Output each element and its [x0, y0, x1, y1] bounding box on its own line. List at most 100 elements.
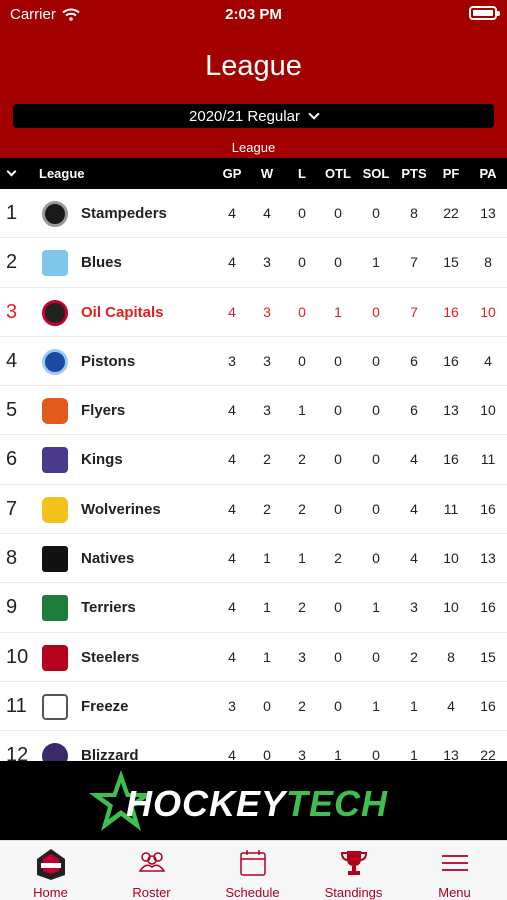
- cell-sol: 0: [372, 402, 380, 419]
- cell-pa: 22: [480, 747, 496, 761]
- calendar-icon: [239, 850, 266, 876]
- battery-icon: [469, 6, 500, 20]
- column-pts[interactable]: PTS: [394, 158, 434, 189]
- table-row[interactable]: 7 Wolverines 4 2 2 0 0 4 11 16: [0, 485, 507, 535]
- cell-otl: 2: [334, 550, 342, 567]
- table-row-highlighted[interactable]: 3 Oil Capitals 4 3 0 1 0 7 16 10: [0, 288, 507, 337]
- team-logo-icon: [36, 849, 65, 880]
- cell-pa: 10: [480, 402, 496, 419]
- column-w[interactable]: W: [247, 158, 287, 189]
- cell-gp: 4: [228, 747, 236, 761]
- cell-pa: 15: [480, 648, 496, 665]
- cell-otl: 0: [334, 500, 342, 517]
- cell-sol: 0: [372, 747, 380, 761]
- rank: 12: [6, 744, 29, 761]
- rank: 7: [6, 497, 18, 520]
- cell-gp: 4: [228, 550, 236, 567]
- team-name: Blizzard: [81, 747, 139, 761]
- cell-pa: 16: [480, 697, 496, 714]
- people-icon: [138, 852, 165, 872]
- table-row[interactable]: 4 Pistons 3 3 0 0 0 6 16 4: [0, 337, 507, 387]
- standings-subtitle: League: [231, 140, 276, 155]
- table-row[interactable]: 9 Terriers 4 1 2 0 1 3 10 16: [0, 583, 507, 633]
- season-selector[interactable]: 2020/21 Regular: [13, 104, 494, 128]
- team-logo-icon: [42, 348, 68, 375]
- cell-gp: 4: [228, 599, 236, 616]
- tab-home[interactable]: Home: [0, 841, 101, 900]
- cell-pts: 7: [410, 303, 418, 320]
- cell-pa: 4: [484, 352, 492, 369]
- column-pa[interactable]: PA: [468, 158, 507, 189]
- cell-pts: 4: [410, 500, 418, 517]
- cell-gp: 4: [228, 648, 236, 665]
- cell-sol: 0: [372, 352, 380, 369]
- tab-roster[interactable]: Roster: [101, 841, 202, 900]
- team-name: Flyers: [81, 402, 126, 420]
- cell-w: 1: [263, 599, 271, 616]
- team-logo-icon: [42, 644, 68, 671]
- column-pf[interactable]: PF: [431, 158, 471, 189]
- cell-pf: 13: [443, 402, 459, 419]
- team-logo-icon: [42, 299, 68, 326]
- header: Carrier 2:03 PM League 2020/21 Regular L…: [0, 0, 507, 158]
- tab-schedule-label: Schedule: [225, 885, 280, 900]
- cell-otl: 0: [334, 352, 342, 369]
- cell-pf: 16: [443, 352, 459, 369]
- tab-roster-label: Roster: [132, 885, 171, 900]
- team-name: Wolverines: [81, 500, 161, 518]
- cell-pa: 11: [480, 451, 496, 468]
- rank: 3: [6, 300, 18, 323]
- tab-standings[interactable]: Standings: [303, 841, 404, 900]
- team-logo-icon: [42, 398, 68, 425]
- table-row[interactable]: 6 Kings 4 2 2 0 0 4 16 11: [0, 435, 507, 485]
- rank: 9: [6, 596, 18, 619]
- column-l[interactable]: L: [282, 158, 322, 189]
- tab-menu[interactable]: Menu: [404, 841, 505, 900]
- cell-pa: 10: [480, 303, 496, 320]
- cell-l: 2: [298, 500, 306, 517]
- table-row[interactable]: 5 Flyers 4 3 1 0 0 6 13 10: [0, 386, 507, 436]
- cell-gp: 4: [228, 402, 236, 419]
- team-name: Oil Capitals: [81, 303, 164, 321]
- tab-schedule[interactable]: Schedule: [202, 841, 303, 900]
- team-logo-icon: [42, 447, 68, 474]
- cell-w: 3: [263, 352, 271, 369]
- cell-gp: 3: [228, 352, 236, 369]
- chevron-down-icon[interactable]: [6, 166, 17, 177]
- table-row[interactable]: 12 Blizzard 4 0 3 1 0 1 13 22: [0, 731, 507, 761]
- cell-gp: 4: [228, 303, 236, 320]
- team-logo-icon: [42, 546, 68, 573]
- table-row[interactable]: 2 Blues 4 3 0 0 1 7 15 8: [0, 238, 507, 288]
- cell-pts: 7: [410, 254, 418, 271]
- brand-wordmark: HOCKEYTECH: [126, 783, 388, 825]
- rank: 8: [6, 547, 18, 570]
- column-otl[interactable]: OTL: [318, 158, 358, 189]
- cell-pa: 8: [484, 254, 492, 271]
- tab-bar: Home Roster Schedule Standings Menu: [0, 840, 507, 900]
- cell-l: 0: [298, 254, 306, 271]
- rank: 6: [6, 448, 18, 471]
- sponsor-banner[interactable]: HOCKEYTECH: [0, 761, 507, 840]
- column-team[interactable]: League: [39, 166, 85, 181]
- cell-l: 0: [298, 303, 306, 320]
- cell-pts: 2: [410, 648, 418, 665]
- column-gp[interactable]: GP: [212, 158, 252, 189]
- table-row[interactable]: 10 Steelers 4 1 3 0 0 2 8 15: [0, 633, 507, 682]
- column-sol[interactable]: SOL: [356, 158, 396, 189]
- trophy-icon: [340, 851, 367, 875]
- cell-otl: 1: [334, 747, 342, 761]
- cell-l: 0: [298, 352, 306, 369]
- cell-pa: 16: [480, 500, 496, 517]
- tab-home-label: Home: [33, 885, 68, 900]
- page-title: League: [205, 50, 302, 82]
- table-row[interactable]: 1 Stampeders 4 4 0 0 0 8 22 13: [0, 189, 507, 239]
- cell-l: 2: [298, 451, 306, 468]
- table-row[interactable]: 8 Natives 4 1 1 2 0 4 10 13: [0, 534, 507, 584]
- cell-w: 3: [263, 402, 271, 419]
- cell-pf: 11: [443, 500, 459, 517]
- rank: 4: [6, 349, 18, 372]
- table-row[interactable]: 11 Freeze 3 0 2 0 1 1 4 16: [0, 682, 507, 732]
- cell-l: 2: [298, 697, 306, 714]
- cell-gp: 4: [228, 254, 236, 271]
- cell-sol: 0: [372, 500, 380, 517]
